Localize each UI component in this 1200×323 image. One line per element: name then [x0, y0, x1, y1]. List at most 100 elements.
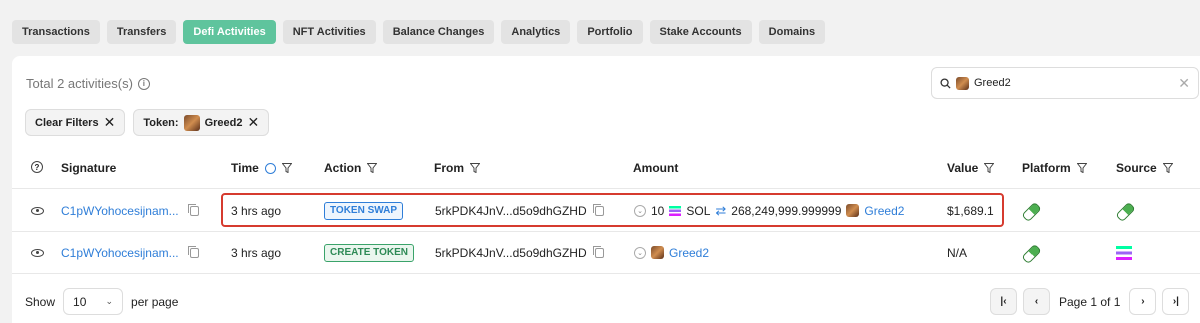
tab-nft-activities[interactable]: NFT Activities [282, 20, 376, 44]
copy-icon[interactable] [592, 245, 604, 258]
copy-icon[interactable] [187, 245, 199, 258]
platform-cell [1022, 232, 1038, 273]
total-label: Total 2 activities(s) [26, 76, 133, 91]
column-amount: Amount [633, 161, 678, 175]
page-size-control: Show 10 ⌄ per page [25, 288, 178, 315]
column-time: Time [231, 161, 292, 175]
view-cell [31, 190, 44, 231]
tab-defi-activities[interactable]: Defi Activities [183, 20, 276, 44]
column-action-label: Action [324, 161, 362, 175]
first-page-button[interactable]: |‹ [990, 288, 1017, 315]
greed2-token-icon [651, 246, 664, 259]
token-link[interactable]: Greed2 [669, 246, 709, 260]
tab-stake-accounts[interactable]: Stake Accounts [649, 20, 752, 44]
clear-search-icon[interactable]: ✕ [1178, 75, 1190, 92]
value-cell: N/A [947, 232, 967, 273]
question-icon[interactable]: ? [31, 161, 43, 173]
close-icon: ✕ [103, 114, 116, 130]
time-cell: 3 hrs ago [231, 232, 281, 273]
tab-transfers[interactable]: Transfers [106, 20, 177, 44]
value-amount: N/A [947, 245, 968, 260]
filter-icon[interactable] [367, 163, 378, 173]
tab-bar: Transactions Transfers Defi Activities N… [12, 20, 826, 44]
table-footer: Show 10 ⌄ per page |‹ ‹ Page 1 of 1 › ›| [12, 284, 1200, 323]
copy-icon[interactable] [187, 203, 199, 216]
column-from: From [434, 161, 480, 175]
token-filter-label: Token: [143, 116, 179, 129]
total-summary: Total 2 activities(s) i [26, 76, 150, 91]
greed2-token-icon [956, 76, 969, 90]
pill-icon[interactable] [1116, 203, 1132, 219]
per-page-label: per page [131, 294, 179, 309]
pill-icon[interactable] [1022, 245, 1038, 261]
info-icon[interactable]: i [137, 77, 150, 90]
filter-icon[interactable] [1076, 163, 1087, 173]
table-header: ? Signature Time Action From Amount Valu… [12, 147, 1200, 189]
column-signature: Signature [61, 161, 116, 175]
column-amount-label: Amount [633, 161, 679, 175]
column-action: Action [324, 161, 378, 175]
action-badge: CREATE TOKEN [324, 243, 414, 262]
page-size-select[interactable]: 10 ⌄ [63, 288, 124, 315]
expand-icon[interactable]: ⌄ [634, 246, 646, 259]
column-from-label: From [434, 161, 464, 175]
tab-portfolio[interactable]: Portfolio [577, 20, 643, 44]
chevron-down-icon: ⌄ [105, 296, 114, 306]
filter-icon[interactable] [281, 163, 292, 173]
activities-card: Total 2 activities(s) i Greed2 ✕ Clear F… [12, 56, 1200, 323]
column-value: Value [947, 161, 995, 175]
pill-icon[interactable] [1022, 203, 1038, 219]
filter-icon[interactable] [984, 163, 995, 173]
remove-filter-icon[interactable]: ✕ [248, 114, 260, 131]
tab-transactions[interactable]: Transactions [12, 20, 100, 44]
help-column: ? [31, 161, 43, 173]
show-label: Show [25, 294, 56, 309]
search-input[interactable]: Greed2 ✕ [931, 67, 1199, 99]
column-source: Source [1116, 161, 1173, 175]
column-time-label: Time [231, 161, 259, 175]
signature-link[interactable]: C1pWYohocesijnam... [61, 246, 179, 260]
clock-icon[interactable] [264, 162, 276, 174]
from-cell: 5rkPDK4JnV...d5o9dhGZHD [435, 232, 604, 273]
clear-filters-label: Clear Filters [35, 116, 99, 129]
tab-domains[interactable]: Domains [758, 20, 826, 44]
last-page-button[interactable]: ›| [1162, 288, 1190, 315]
filter-icon[interactable] [470, 163, 480, 173]
solana-icon[interactable] [1116, 245, 1132, 260]
column-platform: Platform [1022, 161, 1087, 175]
eye-icon[interactable] [31, 248, 44, 257]
greed2-token-icon [183, 114, 200, 131]
highlight-box [221, 193, 1004, 227]
signature-link[interactable]: C1pWYohocesijnam... [61, 204, 179, 218]
source-cell [1116, 232, 1132, 273]
view-cell [31, 232, 44, 273]
clear-filters-button[interactable]: Clear Filters ✕ [25, 109, 126, 136]
from-address[interactable]: 5rkPDK4JnV...d5o9dhGZHD [435, 246, 587, 260]
source-cell [1116, 190, 1132, 231]
tab-balance-changes[interactable]: Balance Changes [382, 20, 495, 44]
search-value: Greed2 [974, 77, 1011, 89]
eye-icon[interactable] [31, 206, 44, 215]
signature-cell: C1pWYohocesijnam... [61, 190, 199, 231]
pagination: |‹ ‹ Page 1 of 1 › ›| [990, 288, 1190, 315]
table-row: C1pWYohocesijnam... 3 hrs ago CREATE TOK… [12, 232, 1200, 274]
action-cell: CREATE TOKEN [324, 232, 414, 273]
column-platform-label: Platform [1022, 161, 1071, 175]
filter-chips: Clear Filters ✕ Token: Greed2 ✕ [25, 109, 270, 136]
amount-cell: ⌄ Greed2 [634, 232, 709, 273]
token-filter-value: Greed2 [204, 116, 243, 129]
tab-analytics[interactable]: Analytics [501, 20, 571, 44]
token-filter-chip[interactable]: Token: Greed2 ✕ [133, 109, 270, 136]
page-size-value: 10 [73, 294, 87, 309]
platform-cell [1022, 190, 1038, 231]
next-page-button[interactable]: › [1129, 288, 1157, 315]
page-info: Page 1 of 1 [1059, 294, 1121, 309]
time-value: 3 hrs ago [231, 245, 282, 260]
prev-page-button[interactable]: ‹ [1023, 288, 1050, 315]
column-signature-label: Signature [61, 161, 117, 175]
filter-icon[interactable] [1162, 163, 1173, 173]
column-source-label: Source [1116, 161, 1157, 175]
column-value-label: Value [947, 161, 979, 175]
search-icon [940, 77, 951, 89]
signature-cell: C1pWYohocesijnam... [61, 232, 199, 273]
